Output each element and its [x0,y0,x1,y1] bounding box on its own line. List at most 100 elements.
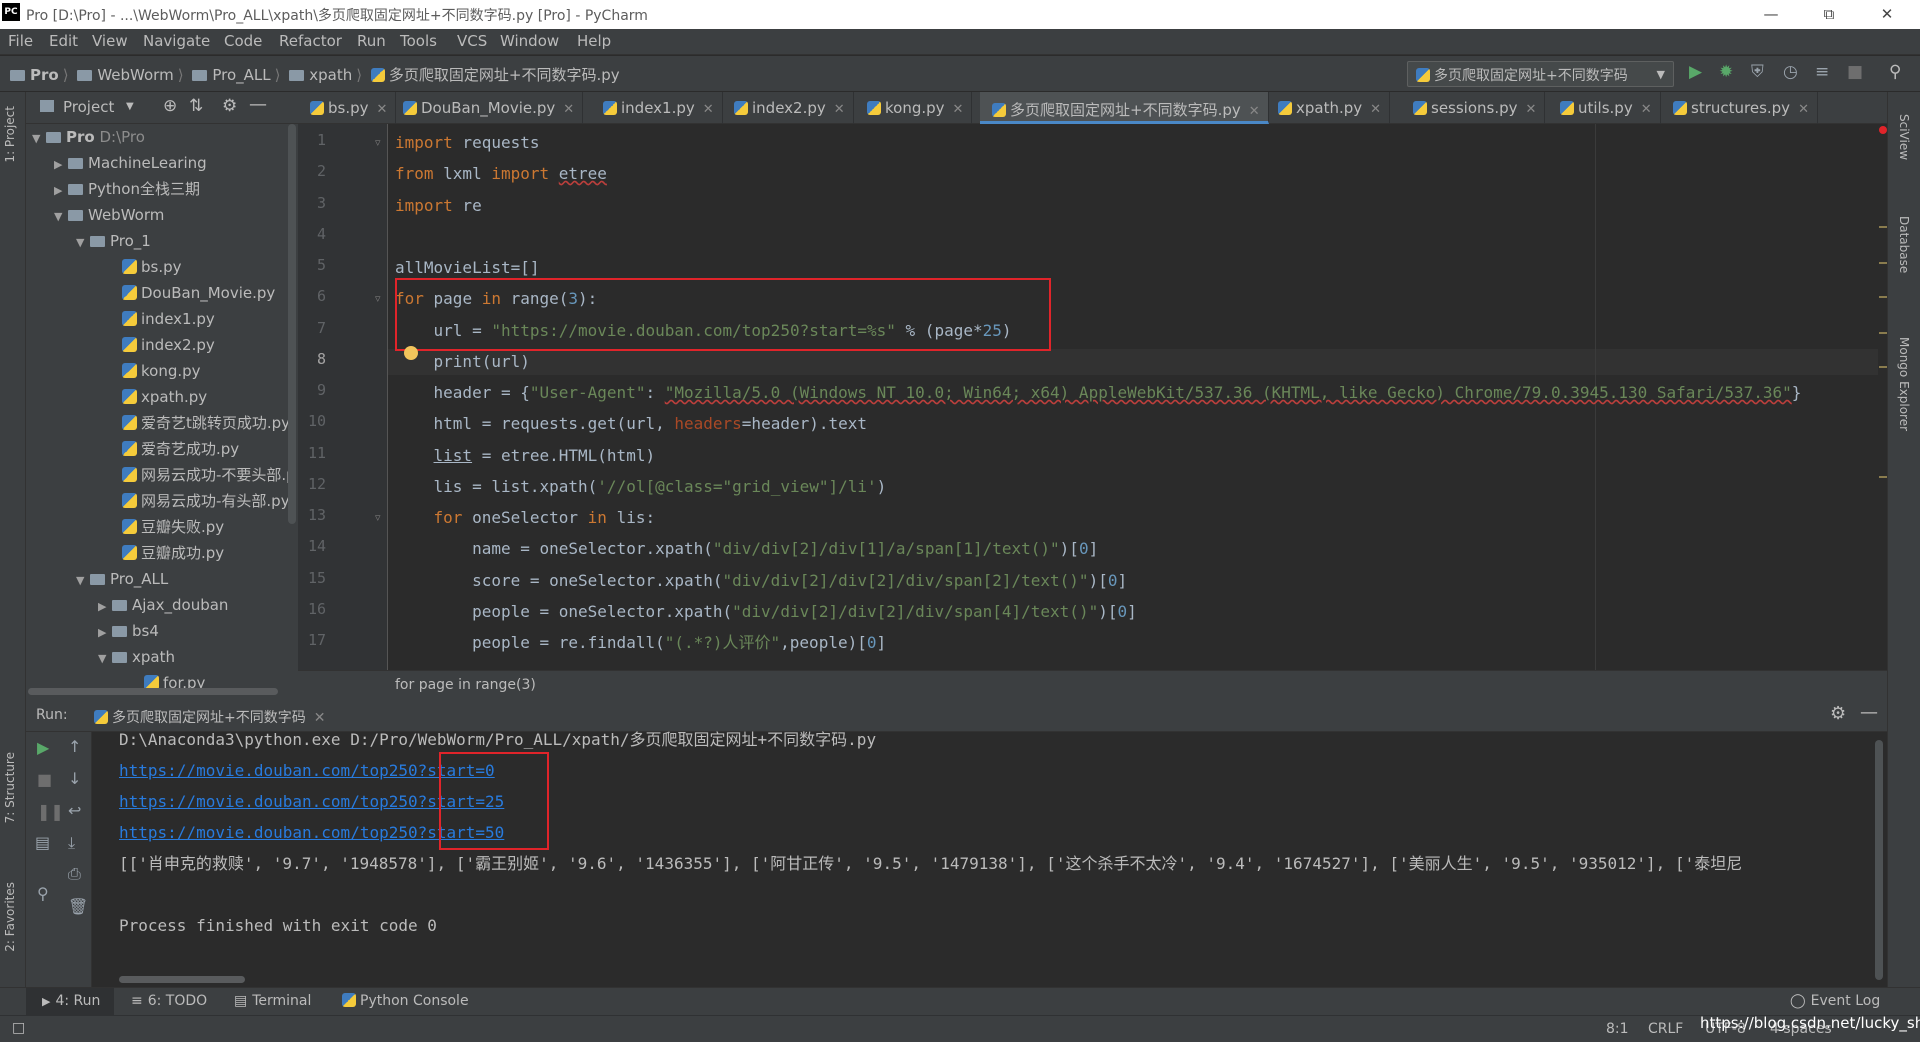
favorites-tool-tab[interactable]: 2: Favorites [3,882,17,952]
tree-file[interactable]: 豆瓣成功.py [122,540,224,566]
tab-active-script[interactable]: 多页爬取固定网址+不同数字码.py ✕ [980,92,1269,124]
scroll-marker[interactable] [1879,296,1887,298]
tree-item[interactable]: ▼ WebWorm [54,202,164,228]
code-line-1[interactable]: import requests [395,130,540,156]
menu-run[interactable]: Run [357,32,386,50]
tree-item[interactable]: ▼ Pro_ALL [76,566,168,592]
fold-icon[interactable]: ▿ [375,292,381,305]
error-indicator-icon[interactable] [1879,126,1887,134]
menu-view[interactable]: View [92,32,128,50]
gear-icon[interactable]: ⚙ [222,96,237,116]
search-icon[interactable]: ⚲ [1889,62,1901,82]
scroll-marker[interactable] [1879,226,1887,228]
intention-bulb-icon[interactable] [404,346,418,360]
code-line-11[interactable]: list = etree.HTML(html) [395,443,656,469]
menu-tools[interactable]: Tools [400,32,437,50]
tab-kong[interactable]: kong.py ✕ [855,92,973,124]
tree-file[interactable]: xpath.py [122,384,207,410]
up-arrow-icon[interactable]: ↑ [68,737,81,756]
tree-item[interactable]: ▶ Ajax_douban [98,592,228,618]
code-line-12[interactable]: lis = list.xpath('//ol[@class="grid_view… [395,474,887,500]
menu-navigate[interactable]: Navigate [143,32,210,50]
hide-icon[interactable]: — [1860,702,1878,723]
close-tab-icon[interactable]: ✕ [314,710,326,726]
tree-file[interactable]: 网易云成功-不要头部.p [122,462,296,488]
menu-refactor[interactable]: Refactor [279,32,342,50]
close-tab-icon[interactable]: ✕ [563,102,574,117]
menu-file[interactable]: File [8,32,33,50]
code-line-17[interactable]: people = re.findall("(.*?)人评价",people)[0… [395,630,886,656]
tree-item[interactable]: ▶ bs4 [98,618,159,644]
hide-icon[interactable]: — [249,94,267,115]
tab-index1[interactable]: index1.py ✕ [591,92,723,124]
coverage-icon[interactable]: ⛨ [1751,62,1764,82]
structure-tool-tab[interactable]: 7: Structure [3,752,17,823]
menu-code[interactable]: Code [224,32,262,50]
breadcrumb-item[interactable]: 多页爬取固定网址+不同数字码.py [389,66,620,84]
tree-horizontal-scrollbar[interactable] [28,688,278,695]
tab-index2[interactable]: index2.py ✕ [722,92,854,124]
database-tool-tab[interactable]: Database [1897,216,1911,273]
pin-icon[interactable]: ⚲ [37,884,49,903]
layout-icon[interactable]: ▤ [35,833,50,852]
tab-douban-movie[interactable]: DouBan_Movie.py ✕ [391,92,584,124]
tree-file[interactable]: index1.py [122,306,215,332]
breadcrumb-item[interactable]: Pro_ALL [212,66,270,84]
restore-icon[interactable]: ⧉ [1806,0,1852,29]
close-tab-icon[interactable]: ✕ [834,102,845,117]
collapse-icon[interactable]: ⇅ [189,96,203,116]
tree-file[interactable]: 豆瓣失败.py [122,514,224,540]
tree-item[interactable]: ▼ Pro_1 [76,228,151,254]
locate-icon[interactable]: ⊕ [163,96,177,116]
tree-file[interactable]: 网易云成功-有头部.py [122,488,290,514]
gear-icon[interactable]: ⚙ [1830,703,1846,724]
tab-sessions[interactable]: sessions.py ✕ [1401,92,1546,124]
line-separator[interactable]: CRLF [1648,1021,1683,1037]
concurrency-icon[interactable]: ≡ [1815,62,1829,82]
console-horizontal-scrollbar[interactable] [119,976,245,983]
close-tab-icon[interactable]: ✕ [1249,104,1260,119]
fold-icon[interactable]: ▿ [375,136,381,149]
tree-scrollbar[interactable] [288,124,296,524]
trash-icon[interactable]: 🗑 [68,897,88,916]
fold-icon[interactable]: ▿ [375,511,381,524]
close-tab-icon[interactable]: ✕ [377,102,388,117]
tree-file[interactable]: bs.py [122,254,182,280]
tab-utils[interactable]: utils.py ✕ [1548,92,1661,124]
print-icon[interactable]: ⎙ [68,864,81,884]
run-tab[interactable]: 多页爬取固定网址+不同数字码 ✕ [94,707,325,727]
toggle-tool-windows-icon[interactable]: □ [12,1020,25,1036]
menu-edit[interactable]: Edit [49,32,78,50]
event-log-tab[interactable]: ◯ Event Log [1790,993,1880,1009]
tree-item[interactable]: ▼ Pro D:\Pro [32,124,145,150]
code-line-10[interactable]: html = requests.get(url, headers=header)… [395,411,868,437]
run-config-select[interactable]: 多页爬取固定网址+不同数字码 ▼ [1407,61,1674,87]
console-scrollbar[interactable] [1875,740,1883,980]
menu-help[interactable]: Help [577,32,611,50]
debug-icon[interactable]: ✹ [1719,62,1733,82]
minimize-icon[interactable]: — [1748,0,1794,29]
close-tab-icon[interactable]: ✕ [1641,102,1652,117]
stop-icon[interactable]: ■ [37,770,52,789]
menu-window[interactable]: Window [500,32,559,50]
code-line-14[interactable]: name = oneSelector.xpath("div/div[2]/div… [395,536,1098,562]
breadcrumb-item[interactable]: Pro [30,66,59,84]
run-icon[interactable]: ▶ [1689,62,1702,82]
mongo-explorer-tool-tab[interactable]: Mongo Explorer [1897,337,1911,431]
pause-icon[interactable]: ❚❚ [37,802,64,821]
tree-file[interactable]: 爱奇艺t跳转页成功.py [122,410,290,436]
profile-icon[interactable]: ◷ [1783,62,1798,82]
close-tab-icon[interactable]: ✕ [1526,102,1537,117]
tree-item[interactable]: ▶ MachineLearing [54,150,207,176]
code-line-13[interactable]: for oneSelector in lis: [395,505,656,531]
scroll-to-end-icon[interactable]: ⤓ [68,833,75,853]
tree-file[interactable]: kong.py [122,358,201,384]
menu-vcs[interactable]: VCS [457,32,487,50]
tab-xpath[interactable]: xpath.py ✕ [1266,92,1391,124]
code-breadcrumb[interactable]: for page in range(3) [298,670,1887,700]
close-tab-icon[interactable]: ✕ [953,102,964,117]
tree-item[interactable]: ▼ xpath [98,644,175,670]
caret-position[interactable]: 8:1 [1606,1021,1629,1037]
soft-wrap-icon[interactable]: ↩ [68,801,81,820]
tab-bs[interactable]: bs.py ✕ [298,92,397,124]
